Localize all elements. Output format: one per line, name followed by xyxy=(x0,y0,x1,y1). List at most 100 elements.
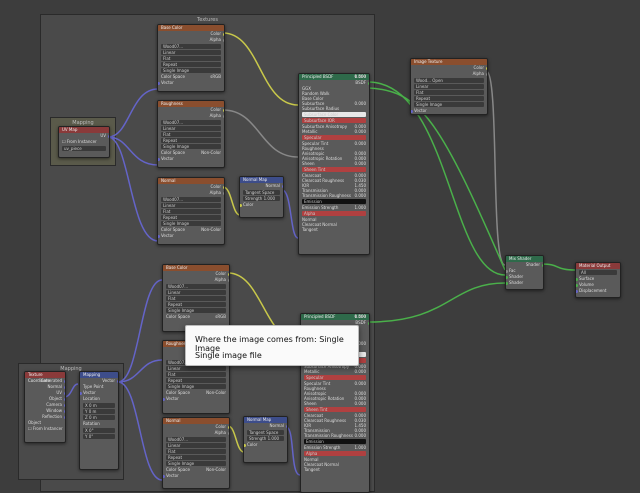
projection-select[interactable]: Flat xyxy=(166,372,226,377)
normal-image-node-2[interactable]: Normal Color Alpha Wood07... Linear Flat… xyxy=(162,417,230,489)
socket-dot[interactable] xyxy=(63,391,65,395)
vector-input[interactable]: Vector xyxy=(158,80,224,86)
image-texture-node[interactable]: Image Texture Color Alpha Wood... Open L… xyxy=(410,58,488,115)
principled-input-row[interactable]: Sheen Tint 0.500 xyxy=(304,314,366,412)
roughness-image-node[interactable]: Roughness Color Alpha Wood07... Linear F… xyxy=(157,100,225,168)
socket-dot[interactable] xyxy=(227,278,229,282)
socket-dot[interactable] xyxy=(222,32,224,36)
normal-map-node-2[interactable]: Normal Map Normal Tangent Space Strength… xyxy=(243,416,288,463)
socket-dot[interactable] xyxy=(576,277,578,281)
color-input[interactable]: Color xyxy=(240,202,283,208)
extension-select[interactable]: Repeat xyxy=(161,62,221,67)
image-file-selector[interactable]: Wood07... xyxy=(166,437,226,442)
socket-dot[interactable] xyxy=(227,431,229,435)
alpha-output[interactable]: Alpha xyxy=(158,37,224,43)
socket-dot[interactable] xyxy=(222,191,224,195)
normal-map-node[interactable]: Normal Map Normal Tangent Space Strength… xyxy=(239,176,284,218)
source-select[interactable]: Single Image xyxy=(166,461,226,466)
mapping-node[interactable]: Mapping Vector Type Point Vector Locatio… xyxy=(79,371,119,470)
socket-dot[interactable] xyxy=(163,397,165,401)
extension-select[interactable]: Repeat xyxy=(166,455,226,460)
location-x[interactable]: X 0 m xyxy=(83,403,115,408)
projection-select[interactable]: Flat xyxy=(161,132,221,137)
shader-input-2[interactable]: Shader xyxy=(506,280,543,286)
socket-dot[interactable] xyxy=(63,397,65,401)
target-select[interactable]: All xyxy=(579,270,617,275)
socket-dot[interactable] xyxy=(244,443,246,447)
socket-dot[interactable] xyxy=(367,81,369,85)
principled-input-row[interactable]: Tangent xyxy=(301,467,369,472)
principled-input-row[interactable]: Emission xyxy=(302,199,366,204)
image-file-selector[interactable]: Wood07... xyxy=(161,197,221,202)
principled-input-row[interactable]: Alpha 1.000 xyxy=(302,74,366,216)
interpolation-select[interactable]: Linear xyxy=(166,290,226,295)
socket-dot[interactable] xyxy=(116,379,118,383)
socket-dot[interactable] xyxy=(541,263,543,267)
socket-dot[interactable] xyxy=(107,134,109,138)
base-color-image-node[interactable]: Base Color Color Alpha Wood07... Linear … xyxy=(157,24,225,92)
socket-dot[interactable] xyxy=(281,184,283,188)
interpolation-select[interactable]: Linear xyxy=(161,126,221,131)
uv-map-node[interactable]: UV Map UV ☐ From Instancer uv_piece xyxy=(58,126,110,158)
space-select[interactable]: Tangent Space xyxy=(243,190,280,195)
socket-dot[interactable] xyxy=(163,474,165,478)
color-space-row[interactable]: Color Space sRGB xyxy=(163,314,229,320)
location-z[interactable]: Z 0 m xyxy=(83,415,115,420)
base-color-image-node-2[interactable]: Base Color Color Alpha Wood07... Linear … xyxy=(162,264,230,332)
source-select[interactable]: Single Image xyxy=(161,144,221,149)
source-select[interactable]: Single Image xyxy=(166,308,226,313)
principled-input-row[interactable]: Emission Strength 1.000 xyxy=(299,205,369,210)
extension-select[interactable]: Repeat xyxy=(161,215,221,220)
image-file-selector[interactable]: Wood07... xyxy=(166,284,226,289)
normal-image-node[interactable]: Normal Color Alpha Wood07... Linear Flat… xyxy=(157,177,225,245)
image-file-selector[interactable]: Wood07... xyxy=(161,120,221,125)
projection-select[interactable]: Flat xyxy=(414,90,484,95)
principled-input-row[interactable]: Transmission Roughness 0.000 xyxy=(299,193,369,198)
principled-input-row[interactable]: Metallic 0.000 xyxy=(301,369,369,374)
socket-dot[interactable] xyxy=(285,424,287,428)
interpolation-select[interactable]: Linear xyxy=(166,366,226,371)
from-instancer-checkbox[interactable]: ☐ From Instancer xyxy=(59,139,109,145)
socket-dot[interactable] xyxy=(576,283,578,287)
projection-select[interactable]: Flat xyxy=(161,209,221,214)
principled-input-row[interactable]: Metallic 0.000 xyxy=(299,129,369,134)
source-select[interactable]: Single Image xyxy=(166,384,226,389)
color-input[interactable]: Color xyxy=(244,442,287,448)
socket-dot[interactable] xyxy=(222,38,224,42)
socket-dot[interactable] xyxy=(506,269,508,273)
uv-map-name-field[interactable]: uv_piece xyxy=(62,146,106,151)
socket-dot[interactable] xyxy=(506,281,508,285)
socket-dot[interactable] xyxy=(227,425,229,429)
alpha-output[interactable]: Alpha xyxy=(158,190,224,196)
space-select[interactable]: Tangent Space xyxy=(247,430,284,435)
socket-dot[interactable] xyxy=(63,415,65,419)
principled-input-row[interactable]: Tangent xyxy=(299,227,369,232)
principled-input-row[interactable]: Specular 0.500 xyxy=(304,314,366,380)
strength-field[interactable]: Strength 1.000 xyxy=(247,436,284,441)
socket-dot[interactable] xyxy=(158,157,160,161)
socket-dot[interactable] xyxy=(506,275,508,279)
principled-input-row[interactable]: Sheen 0.000 xyxy=(299,161,369,166)
socket-dot[interactable] xyxy=(222,185,224,189)
source-select[interactable]: Single Image xyxy=(161,221,221,226)
socket-dot[interactable] xyxy=(80,391,82,395)
extension-select[interactable]: Repeat xyxy=(166,378,226,383)
socket-dot[interactable] xyxy=(367,321,369,325)
principled-input-row[interactable]: Specular 0.500 xyxy=(302,74,366,140)
socket-dot[interactable] xyxy=(158,81,160,85)
alpha-output[interactable]: Alpha xyxy=(158,113,224,119)
displacement-input[interactable]: Displacement xyxy=(576,288,620,294)
normal-output[interactable]: Normal xyxy=(240,183,283,189)
principled-input-row[interactable]: Emission xyxy=(304,439,366,444)
principled-input-row[interactable]: Subsurface IOR1.400 xyxy=(302,74,366,123)
projection-select[interactable]: Flat xyxy=(161,56,221,61)
rotation-x[interactable]: X 0° xyxy=(83,428,115,433)
material-output-header[interactable]: Material Output xyxy=(576,263,620,269)
extension-select[interactable]: Repeat xyxy=(414,96,484,101)
rotation-y[interactable]: Y 0° xyxy=(83,434,115,439)
alpha-output[interactable]: Alpha xyxy=(163,430,229,436)
open-button[interactable]: Open xyxy=(432,78,443,83)
socket-dot[interactable] xyxy=(222,114,224,118)
vector-input[interactable]: Vector xyxy=(163,473,229,479)
socket-dot[interactable] xyxy=(411,109,413,113)
